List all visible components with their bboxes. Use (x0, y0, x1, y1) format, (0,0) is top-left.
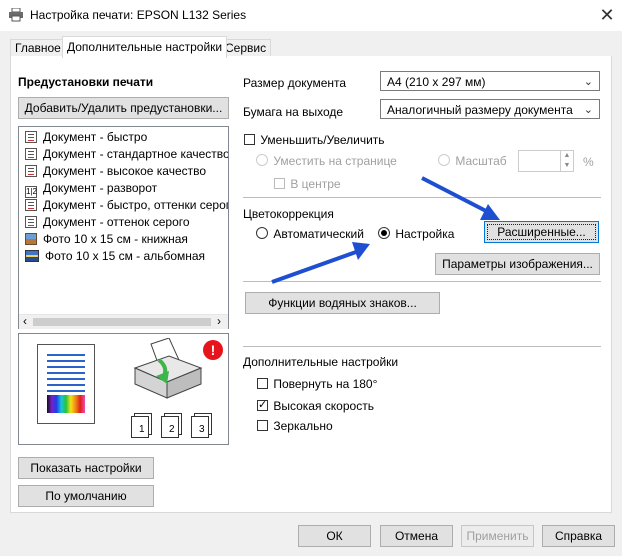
annotation-arrow-to-custom (268, 240, 378, 286)
document-size-value: A4 (210 x 297 мм) (387, 75, 486, 89)
alert-icon: ! (203, 340, 223, 360)
color-correction-heading: Цветокоррекция (243, 207, 334, 221)
center-row: В центре (274, 177, 341, 192)
scroll-right-arrow[interactable]: › (217, 314, 221, 328)
reduce-enlarge-row[interactable]: Уменьшить/Увеличить (244, 133, 385, 148)
list-item-label: Фото 10 х 15 см - альбомная (45, 249, 206, 263)
list-item[interactable]: Документ - быстро, оттенки серого (25, 197, 229, 214)
tab-advanced[interactable]: Дополнительные настройки (62, 36, 228, 58)
collate-icon: 1 2 3 (131, 412, 223, 440)
apply-button[interactable]: Применить (461, 525, 534, 547)
rotate-label: Повернуть на 180° (273, 377, 378, 391)
list-item-label: Документ - высокое качество (43, 164, 207, 178)
collate-label: 3 (199, 424, 205, 435)
chevron-down-icon: ⌄ (583, 104, 593, 116)
scale-label: Масштаб (455, 154, 507, 168)
output-paper-select[interactable]: Аналогичный размеру документа ⌄ (380, 99, 600, 119)
custom-color-radio[interactable] (378, 227, 390, 239)
custom-color-label: Настройка (395, 227, 455, 241)
horizontal-scrollbar[interactable]: ‹ › (19, 314, 228, 329)
title-bar: Настройка печати: EPSON L132 Series ✕ (0, 0, 622, 31)
list-item-label: Фото 10 х 15 см - книжная (43, 232, 188, 246)
high-speed-checkbox[interactable] (257, 398, 268, 411)
document-icon (25, 165, 37, 177)
annotation-arrow-to-advanced (418, 174, 508, 224)
document-size-label: Размер документа (243, 76, 347, 90)
auto-color-radio[interactable] (256, 227, 268, 239)
high-speed-label: Высокая скорость (273, 399, 374, 413)
defaults-button[interactable]: По умолчанию (18, 485, 154, 507)
high-speed-row[interactable]: Высокая скорость (257, 398, 374, 414)
photo-portrait-icon (25, 233, 37, 245)
advanced-button[interactable]: Расширенные... (484, 221, 599, 243)
center-checkbox (274, 178, 285, 189)
mirror-checkbox[interactable] (257, 420, 268, 431)
list-item-label: Документ - стандартное качество (43, 147, 229, 161)
mirror-label: Зеркально (273, 419, 333, 433)
document-icon (25, 131, 37, 143)
list-item[interactable]: Фото 10 х 15 см - книжная (25, 231, 188, 248)
list-item[interactable]: Документ - высокое качество (25, 163, 206, 180)
list-item-label: Документ - оттенок серого (43, 215, 190, 229)
rotate-checkbox[interactable] (257, 378, 268, 389)
extra-settings-heading: Дополнительные настройки (243, 355, 399, 369)
list-item-label: Документ - разворот (43, 181, 158, 195)
list-item[interactable]: Документ - оттенок серого (25, 214, 190, 231)
list-item[interactable]: Фото 10 х 15 см - альбомная (25, 248, 205, 265)
percent-sign: % (583, 155, 594, 169)
document-icon (25, 216, 37, 228)
tab-main[interactable]: Главное (10, 39, 66, 57)
collate-label: 1 (139, 424, 145, 435)
image-params-button[interactable]: Параметры изображения... (435, 253, 600, 275)
window-title: Настройка печати: EPSON L132 Series (30, 8, 247, 22)
watermark-button[interactable]: Функции водяных знаков... (245, 292, 440, 314)
help-button[interactable]: Справка (542, 525, 615, 547)
page-preview (37, 344, 95, 424)
mirror-row[interactable]: Зеркально (257, 419, 333, 434)
custom-color-row[interactable]: Настройка (378, 227, 454, 242)
fit-page-radio (256, 154, 268, 166)
presets-heading: Предустановки печати (18, 75, 154, 89)
fit-page-row: Уместить на странице (256, 154, 397, 169)
cancel-button[interactable]: Отмена (380, 525, 453, 547)
printer-icon (8, 7, 24, 22)
output-paper-value: Аналогичный размеру документа (387, 103, 573, 117)
scale-row: Масштаб (438, 154, 507, 169)
printer-illustration-icon (129, 337, 213, 402)
list-item[interactable]: Документ - быстро (25, 129, 147, 146)
auto-color-label: Автоматический (273, 227, 364, 241)
spin-arrows: ▲ ▼ (560, 151, 573, 171)
document-icon (25, 148, 37, 160)
photo-landscape-icon (25, 250, 39, 262)
rotate-row[interactable]: Повернуть на 180° (257, 377, 377, 392)
scale-spinbox: ▲ ▼ (518, 150, 574, 172)
show-settings-button[interactable]: Показать настройки (18, 457, 154, 479)
list-item-label: Документ - быстро (43, 130, 148, 144)
center-label: В центре (290, 177, 341, 191)
scale-radio (438, 154, 450, 166)
list-item[interactable]: Документ - стандартное качество (25, 146, 229, 163)
tab-service[interactable]: Сервис (220, 39, 272, 57)
list-item[interactable]: 1|2 Документ - разворот (25, 180, 158, 198)
close-button[interactable]: ✕ (596, 4, 618, 26)
output-paper-label: Бумага на выходе (243, 105, 344, 119)
reduce-enlarge-label: Уменьшить/Увеличить (260, 133, 385, 147)
scroll-thumb[interactable] (33, 318, 211, 326)
document-size-select[interactable]: A4 (210 x 297 мм) ⌄ (380, 71, 600, 91)
fit-page-label: Уместить на странице (273, 154, 397, 168)
reduce-enlarge-checkbox[interactable] (244, 134, 255, 145)
scroll-left-arrow[interactable]: ‹ (23, 314, 27, 328)
presets-list[interactable]: Документ - быстро Документ - стандартное… (18, 126, 229, 329)
list-item-label: Документ - быстро, оттенки серого (43, 198, 229, 212)
chevron-down-icon: ⌄ (583, 76, 593, 88)
add-remove-presets-button[interactable]: Добавить/Удалить предустановки... (18, 97, 229, 119)
print-preview: ! 1 2 3 (18, 333, 229, 445)
document-icon (25, 199, 37, 211)
collate-label: 2 (169, 424, 175, 435)
ok-button[interactable]: ОК (298, 525, 371, 547)
divider (243, 346, 601, 347)
